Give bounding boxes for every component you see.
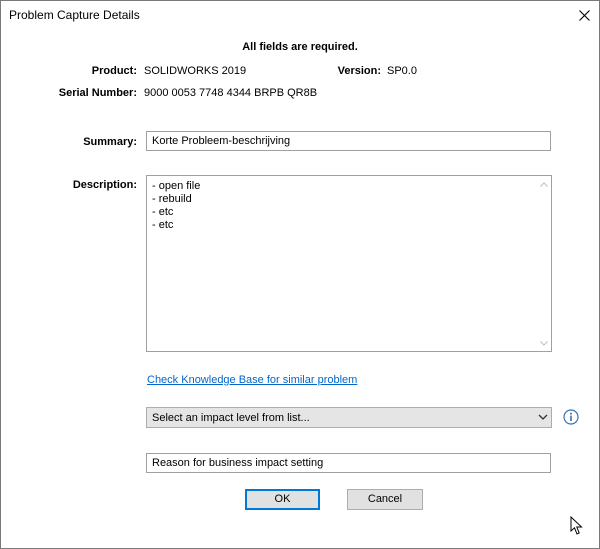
cancel-button[interactable]: Cancel (347, 489, 423, 510)
ok-button[interactable]: OK (245, 489, 320, 510)
product-label: Product: (91, 65, 137, 77)
scroll-down-icon[interactable] (537, 336, 551, 350)
serial-number-label: Serial Number: (58, 87, 137, 99)
description-line: - open file (152, 180, 201, 192)
description-line: - rebuild (152, 193, 192, 205)
description-line: - etc (152, 219, 174, 231)
close-icon (578, 10, 590, 21)
window-title: Problem Capture Details (9, 8, 140, 22)
description-scrollbar[interactable] (537, 176, 551, 351)
summary-input[interactable] (146, 131, 551, 151)
close-button[interactable] (569, 1, 599, 30)
version-value: SP0.0 (387, 65, 417, 77)
knowledge-base-link[interactable]: Check Knowledge Base for similar problem (147, 374, 357, 386)
serial-number-value: 9000 0053 7748 4344 BRPB QR8B (144, 87, 318, 99)
description-text: - open file - rebuild - etc - etc (152, 180, 200, 232)
reason-input[interactable] (146, 453, 551, 473)
required-notice: All fields are required. (242, 41, 358, 53)
mouse-cursor-icon (570, 515, 584, 539)
description-textarea[interactable]: - open file - rebuild - etc - etc (146, 175, 552, 352)
impact-level-selected: Select an impact level from list... (152, 412, 310, 424)
impact-level-select[interactable]: Select an impact level from list... (146, 407, 552, 428)
description-line: - etc (152, 206, 174, 218)
description-label: Description: (72, 179, 137, 191)
problem-capture-dialog: Problem Capture Details All fields are r… (0, 0, 600, 549)
version-label: Version: (337, 65, 381, 77)
scroll-up-icon[interactable] (537, 177, 551, 191)
title-bar[interactable]: Problem Capture Details (1, 1, 599, 30)
summary-label: Summary: (83, 136, 137, 148)
product-value: SOLIDWORKS 2019 (144, 65, 247, 77)
info-icon[interactable] (563, 409, 579, 428)
chevron-down-icon (538, 412, 548, 425)
